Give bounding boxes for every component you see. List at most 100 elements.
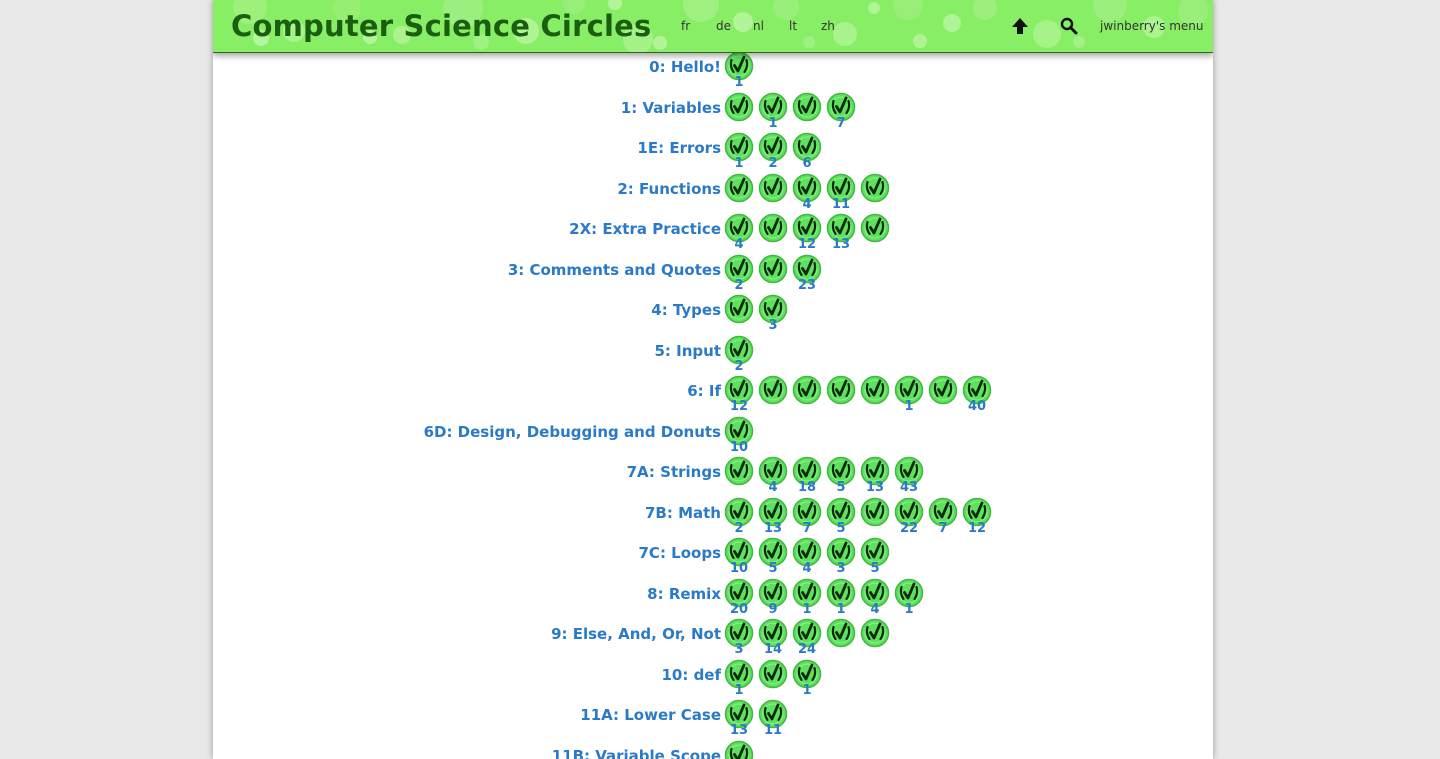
exercise-badge[interactable]: 12	[792, 213, 824, 255]
lesson-title-link[interactable]: 0: Hello!	[649, 58, 721, 76]
exercise-badge[interactable]	[758, 375, 790, 417]
lesson-title-link[interactable]: 2: Functions	[617, 180, 721, 198]
search-icon[interactable]	[1060, 17, 1078, 35]
lesson-title-link[interactable]: 10: def	[661, 666, 721, 684]
language-link-nl[interactable]: nl	[753, 19, 764, 33]
language-link-lt[interactable]: lt	[789, 19, 797, 33]
exercise-badge[interactable]: 7	[792, 497, 824, 539]
exercise-badge[interactable]: 13	[860, 456, 892, 498]
lesson-title-link[interactable]: 11B: Variable Scope	[552, 747, 721, 759]
exercise-badge[interactable]: 2	[724, 254, 756, 296]
lesson-row: 6: If 12 1 40	[213, 375, 1213, 416]
exercise-badge[interactable]	[860, 213, 892, 255]
exercise-badge[interactable]: 4	[724, 213, 756, 255]
lesson-title-link[interactable]: 5: Input	[654, 342, 721, 360]
exercise-badge[interactable]: 14	[758, 618, 790, 660]
exercise-badge[interactable]: 2	[724, 497, 756, 539]
exercise-badge[interactable]	[724, 740, 756, 759]
exercise-badge[interactable]: 12	[962, 497, 994, 539]
language-link-zh[interactable]: zh	[821, 19, 835, 33]
check-badge-icon	[758, 173, 788, 203]
exercise-badge[interactable]: 13	[758, 497, 790, 539]
site-title[interactable]: Computer Science Circles	[231, 9, 651, 43]
exercise-badge[interactable]: 4	[758, 456, 790, 498]
language-link-de[interactable]: de	[716, 19, 731, 33]
exercise-badge[interactable]: 12	[724, 375, 756, 417]
badge-count: 1	[768, 116, 778, 131]
exercise-badge[interactable]: 1	[792, 578, 824, 620]
exercise-badge[interactable]: 22	[894, 497, 926, 539]
exercise-badge[interactable]: 3	[758, 294, 790, 336]
exercise-badge[interactable]	[860, 173, 892, 215]
exercise-badge[interactable]: 4	[792, 537, 824, 579]
exercise-badge[interactable]	[758, 173, 790, 215]
exercise-badge[interactable]: 10	[724, 416, 756, 458]
exercise-badge[interactable]: 5	[758, 537, 790, 579]
exercise-badge[interactable]: 7	[826, 92, 858, 134]
exercise-badge[interactable]: 20	[724, 578, 756, 620]
exercise-badge[interactable]	[860, 497, 892, 539]
exercise-badge[interactable]	[758, 659, 790, 701]
exercise-badge[interactable]: 1	[894, 375, 926, 417]
lesson-title-link[interactable]: 9: Else, And, Or, Not	[551, 625, 721, 643]
lesson-title-link[interactable]: 11A: Lower Case	[580, 706, 721, 724]
exercise-badge[interactable]	[724, 92, 756, 134]
exercise-badge[interactable]	[826, 375, 858, 417]
exercise-badge[interactable]: 1	[894, 578, 926, 620]
exercise-badge[interactable]: 1	[792, 659, 824, 701]
exercise-badge[interactable]	[758, 213, 790, 255]
exercise-badge[interactable]: 5	[860, 537, 892, 579]
exercise-badge[interactable]: 1	[724, 132, 756, 174]
exercise-badge[interactable]: 7	[928, 497, 960, 539]
exercise-badge[interactable]	[724, 294, 756, 336]
exercise-badge[interactable]: 4	[860, 578, 892, 620]
lesson-title-link[interactable]: 2X: Extra Practice	[569, 220, 721, 238]
exercise-badge[interactable]: 5	[826, 497, 858, 539]
exercise-badge[interactable]	[758, 254, 790, 296]
exercise-badge[interactable]: 24	[792, 618, 824, 660]
exercise-badge[interactable]: 6	[792, 132, 824, 174]
exercise-badge[interactable]	[724, 456, 756, 498]
exercise-badge[interactable]: 13	[724, 699, 756, 741]
exercise-badge[interactable]: 11	[826, 173, 858, 215]
lesson-title-link[interactable]: 4: Types	[651, 301, 721, 319]
lesson-title-link[interactable]: 8: Remix	[647, 585, 721, 603]
exercise-badge[interactable]: 1	[826, 578, 858, 620]
lesson-title-link[interactable]: 3: Comments and Quotes	[508, 261, 721, 279]
exercise-badge[interactable]: 2	[724, 335, 756, 377]
badge-count: 13	[865, 480, 885, 495]
lesson-title-link[interactable]: 6D: Design, Debugging and Donuts	[424, 423, 721, 441]
exercise-badge[interactable]: 40	[962, 375, 994, 417]
exercise-badge[interactable]: 13	[826, 213, 858, 255]
lesson-title-link[interactable]: 7C: Loops	[639, 544, 722, 562]
exercise-badge[interactable]: 2	[758, 132, 790, 174]
exercise-badge[interactable]	[792, 375, 824, 417]
exercise-badge[interactable]: 11	[758, 699, 790, 741]
up-arrow-icon[interactable]	[1010, 16, 1030, 36]
lesson-title-link[interactable]: 7A: Strings	[627, 463, 721, 481]
lesson-title-link[interactable]: 1: Variables	[621, 99, 721, 117]
exercise-badge[interactable]	[724, 173, 756, 215]
exercise-badge[interactable]: 3	[826, 537, 858, 579]
exercise-badge[interactable]	[826, 618, 858, 660]
exercise-badge[interactable]	[928, 375, 960, 417]
exercise-badge[interactable]: 1	[724, 51, 756, 93]
language-link-fr[interactable]: fr	[681, 19, 690, 33]
exercise-badge[interactable]: 1	[724, 659, 756, 701]
exercise-badge[interactable]: 18	[792, 456, 824, 498]
lesson-title-link[interactable]: 7B: Math	[645, 504, 721, 522]
exercise-badge[interactable]: 3	[724, 618, 756, 660]
exercise-badge[interactable]: 1	[758, 92, 790, 134]
exercise-badge[interactable]: 4	[792, 173, 824, 215]
exercise-badge[interactable]: 10	[724, 537, 756, 579]
exercise-badge[interactable]	[860, 375, 892, 417]
exercise-badge[interactable]	[792, 92, 824, 134]
lesson-title-link[interactable]: 6: If	[687, 382, 721, 400]
lesson-title-link[interactable]: 1E: Errors	[637, 139, 721, 157]
user-menu-link[interactable]: jwinberry's menu	[1100, 19, 1204, 33]
exercise-badge[interactable]	[860, 618, 892, 660]
exercise-badge[interactable]: 43	[894, 456, 926, 498]
exercise-badge[interactable]: 23	[792, 254, 824, 296]
exercise-badge[interactable]: 9	[758, 578, 790, 620]
exercise-badge[interactable]: 5	[826, 456, 858, 498]
